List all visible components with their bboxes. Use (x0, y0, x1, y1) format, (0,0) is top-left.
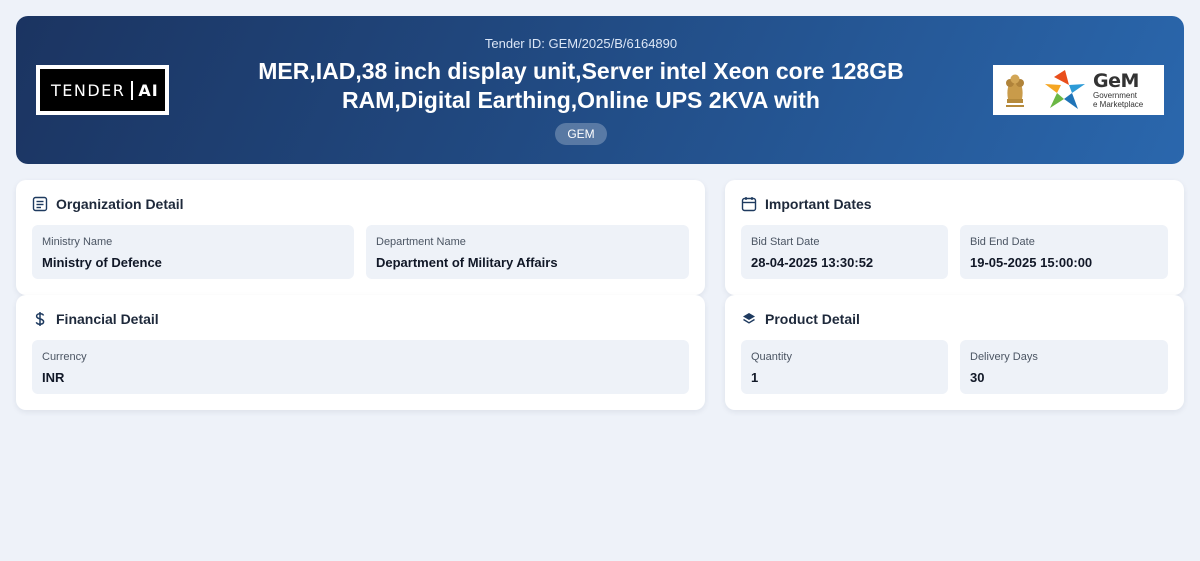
national-emblem-icon (993, 65, 1037, 115)
field-value: Department of Military Affairs (376, 255, 558, 270)
field-label: Ministry Name (42, 236, 113, 248)
field-label: Bid Start Date (751, 236, 820, 248)
field-value: 1 (751, 370, 759, 385)
tender-ai-logo-text: TENDER (51, 80, 126, 100)
dollar-icon (32, 311, 48, 327)
organization-detail-card: Organization Detail Ministry Name Minist… (16, 180, 705, 295)
ministry-name-field: Ministry Name Ministry of Defence (32, 225, 354, 279)
field-value: Ministry of Defence (42, 255, 162, 270)
tender-ai-logo: TENDER AI (36, 65, 169, 115)
product-detail-card: Product Detail Quantity 1 Delivery Days … (725, 295, 1184, 410)
department-name-field: Department Name Department of Military A… (366, 225, 689, 279)
field-value: 30 (970, 370, 985, 385)
field-label: Delivery Days (970, 351, 1038, 363)
product-detail-title: Product Detail (765, 311, 860, 327)
gem-logo-name: GeM (1093, 69, 1139, 92)
gem-logo-line1: Government (1093, 90, 1138, 100)
currency-field: Currency INR (32, 340, 689, 394)
tender-id: Tender ID: GEM/2025/B/6164890 (484, 36, 678, 51)
gem-logo-line2: e Marketplace (1093, 99, 1144, 109)
tender-ai-logo-box: AI (131, 80, 158, 100)
field-value: 28-04-2025 13:30:52 (751, 255, 874, 270)
field-label: Quantity (751, 351, 792, 363)
quantity-field: Quantity 1 (741, 340, 948, 394)
header-center: Tender ID: GEM/2025/B/6164890 MER,IAD,38… (226, 36, 936, 145)
financial-detail-card: Financial Detail Currency INR (16, 295, 705, 410)
tender-title: MER,IAD,38 inch display unit,Server inte… (258, 58, 904, 113)
gem-star-icon (1045, 70, 1085, 109)
bid-start-date-field: Bid Start Date 28-04-2025 13:30:52 (741, 225, 948, 279)
tender-header: TENDER AI Tender ID: GEM/2025/B/6164890 … (16, 16, 1184, 164)
financial-detail-title: Financial Detail (56, 311, 159, 327)
gem-logo: GeM Government e Marketplace (993, 65, 1164, 115)
field-value: 19-05-2025 15:00:00 (970, 255, 1093, 270)
source-badge: GEM (555, 123, 607, 145)
field-label: Department Name (376, 236, 466, 248)
important-dates-title: Important Dates (765, 196, 872, 212)
layers-icon (741, 311, 757, 327)
bid-end-date-field: Bid End Date 19-05-2025 15:00:00 (960, 225, 1168, 279)
delivery-days-field: Delivery Days 30 (960, 340, 1168, 394)
field-label: Currency (42, 351, 87, 363)
important-dates-card: Important Dates Bid Start Date 28-04-202… (725, 180, 1184, 295)
organization-detail-title: Organization Detail (56, 196, 184, 212)
field-label: Bid End Date (970, 236, 1035, 248)
calendar-icon (741, 196, 757, 212)
document-list-icon (32, 196, 48, 212)
field-value: INR (42, 370, 65, 385)
